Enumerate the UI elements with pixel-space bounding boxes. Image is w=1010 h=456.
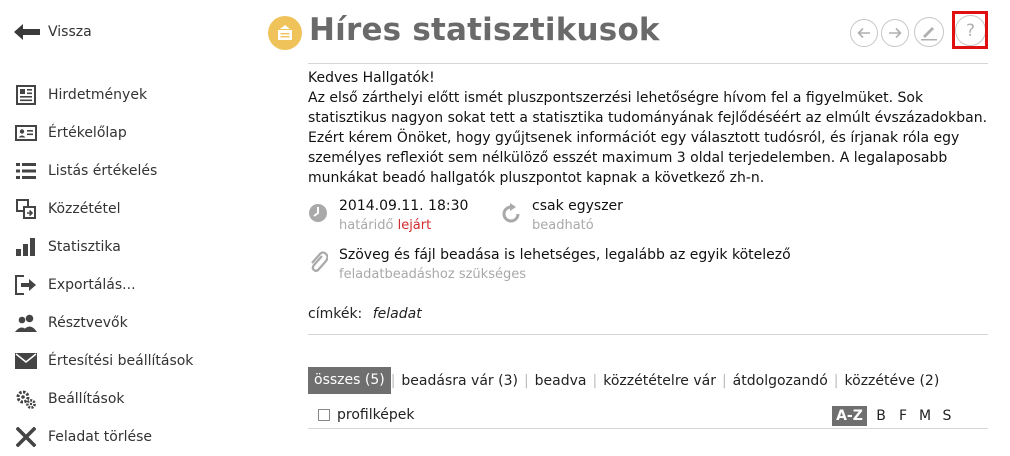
sort-letters: A-Z B F M S [832, 406, 957, 426]
sidebar-item-statistics[interactable]: Statisztika [0, 228, 240, 266]
clock-icon [308, 203, 328, 227]
list-icon [14, 159, 38, 183]
pencil-icon [921, 27, 937, 41]
body-text: Az első zárthelyi előtt ismét pluszponts… [308, 90, 988, 186]
profile-images-toggle[interactable]: profilképek [318, 407, 414, 423]
sidebar-item-announcements[interactable]: Hirdetmények [0, 76, 240, 114]
filter-published[interactable]: közzétéve (2) [839, 373, 946, 389]
sidebar-item-evaluation-sheet[interactable]: Értékelőlap [0, 114, 240, 152]
profile-images-checkbox[interactable] [318, 409, 330, 421]
id-card-icon [14, 121, 38, 145]
filter-bar: összes (5) | beadásra vár (3) | beadva |… [308, 367, 945, 394]
sidebar-item-label: Beállítások [48, 391, 125, 407]
sidebar-item-label: Feladat törlése [48, 429, 152, 445]
tags-label: címkék: [308, 306, 363, 322]
arrow-left-icon [857, 27, 870, 39]
highlight-box [952, 11, 988, 49]
sidebar-item-label: Résztvevők [48, 315, 128, 331]
filter-awaiting-publication[interactable]: közzétételre vár [597, 373, 722, 389]
sidebar-item-delete-task[interactable]: Feladat törlése [0, 418, 240, 456]
content-divider [308, 334, 988, 335]
announcements-icon [14, 83, 38, 107]
sidebar-item-label: Értékelőlap [48, 125, 127, 141]
sidebar-item-label: Listás értékelés [48, 163, 158, 179]
sidebar-item-label: Közzététel [48, 201, 121, 217]
export-icon [14, 273, 38, 297]
sidebar-item-label: Értesítési beállítások [48, 353, 194, 369]
sidebar-item-label: Exportálás... [48, 277, 136, 293]
sidebar-item-export[interactable]: Exportálás... [0, 266, 240, 304]
arrow-right-icon [889, 27, 902, 39]
greeting-text: Kedves Hallgatók! [308, 70, 435, 86]
gears-icon [14, 387, 38, 411]
sidebar-item-notification-settings[interactable]: Értesítési beállítások [0, 342, 240, 380]
submission-label: beadható [532, 218, 594, 233]
task-icon [268, 16, 302, 50]
filter-awaiting-submission[interactable]: beadásra vár (3) [395, 373, 524, 389]
sidebar-item-participants[interactable]: Résztvevők [0, 304, 240, 342]
deadline-label-row: határidő lejárt [339, 218, 431, 233]
sort-f[interactable]: F [893, 406, 913, 426]
filter-all[interactable]: összes (5) [308, 367, 391, 394]
next-button[interactable] [881, 19, 909, 47]
deadline-value: 2014.09.11. 18:30 [339, 198, 469, 214]
sidebar-item-list-evaluation[interactable]: Listás értékelés [0, 152, 240, 190]
edit-button[interactable] [914, 17, 944, 47]
publish-icon [14, 197, 38, 221]
arrow-left-icon [14, 24, 40, 40]
sort-a-z[interactable]: A-Z [832, 406, 867, 426]
paperclip-icon [308, 251, 329, 277]
users-icon [14, 311, 38, 335]
filter-submitted[interactable]: beadva [529, 373, 593, 389]
requirement-value: Szöveg és fájl beadása is lehetséges, le… [339, 247, 791, 263]
prev-button[interactable] [850, 19, 878, 47]
delete-icon [14, 425, 38, 449]
assignment-description: Kedves Hallgatók! Az első zárthelyi előt… [308, 68, 992, 188]
sort-b[interactable]: B [871, 406, 891, 426]
deadline-label: határidő [339, 218, 394, 233]
back-label: Vissza [48, 24, 92, 40]
bottom-divider [308, 428, 988, 429]
sort-m[interactable]: M [915, 406, 935, 426]
profile-images-label: profilképek [337, 407, 415, 423]
tags-row: címkék: feladat [308, 306, 422, 322]
requirement-label: feladatbeadáshoz szükséges [339, 267, 526, 282]
sidebar-item-settings[interactable]: Beállítások [0, 380, 240, 418]
filter-to-revise[interactable]: átdolgozandó [727, 373, 834, 389]
sidebar-item-publish[interactable]: Közzététel [0, 190, 240, 228]
refresh-icon [500, 203, 522, 229]
sidebar-item-label: Hirdetmények [48, 87, 148, 103]
tag-link[interactable]: feladat [373, 306, 422, 322]
submission-value: csak egyszer [532, 198, 623, 214]
sidebar-item-label: Statisztika [48, 239, 121, 255]
sort-s[interactable]: S [937, 406, 957, 426]
bar-chart-icon [14, 235, 38, 259]
page-title: Híres statisztikusok [309, 12, 660, 48]
header-divider [308, 63, 988, 64]
deadline-status: lejárt [397, 218, 432, 233]
sidebar: Hirdetmények Értékelőlap Listás értékelé… [0, 76, 240, 456]
envelope-icon [14, 349, 38, 373]
back-link[interactable]: Vissza [14, 20, 92, 44]
